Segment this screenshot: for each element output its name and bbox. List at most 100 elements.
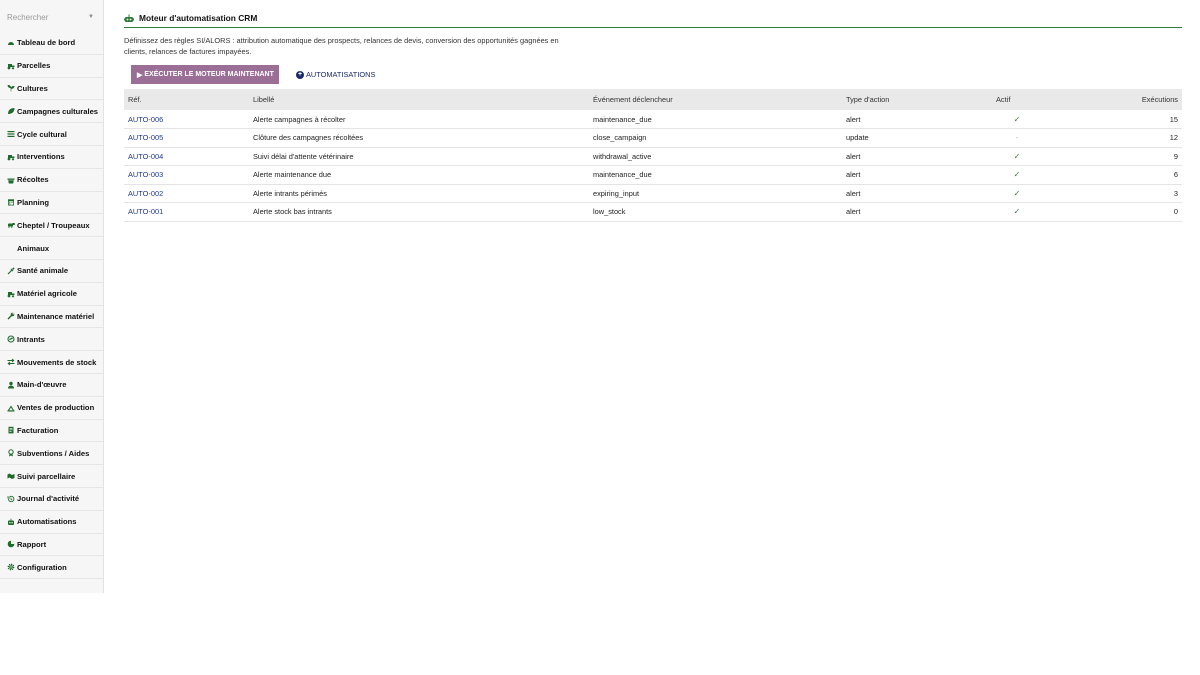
sidebar-item-mouvements-de-stock[interactable]: Mouvements de stock <box>0 351 103 374</box>
column-executions[interactable]: Exécutions <box>1042 89 1182 110</box>
column-active[interactable]: Actif <box>992 89 1042 110</box>
table-row[interactable]: AUTO-002 Alerte intrants périmés expiring_… <box>124 184 1182 203</box>
rule-ref-link[interactable]: AUTO-001 <box>124 202 249 222</box>
chart-icon <box>7 540 17 548</box>
sidebar-item-cheptel-troupeaux[interactable]: Cheptel / Troupeaux <box>0 214 103 238</box>
rule-active-status: ✓ <box>992 202 1042 222</box>
rule-event: maintenance_due <box>589 165 842 185</box>
sidebar-item-label: Cycle cultural <box>17 129 67 139</box>
rule-ref-link[interactable]: AUTO-003 <box>124 165 249 185</box>
rule-action-type: alert <box>842 202 992 222</box>
rule-ref-link[interactable]: AUTO-002 <box>124 184 249 203</box>
sidebar-item-label: Rapport <box>17 539 47 549</box>
rule-ref-link[interactable]: AUTO-006 <box>124 110 249 129</box>
rule-action-type: alert <box>842 184 992 203</box>
syringe-icon <box>7 267 17 275</box>
sidebar-item-rapport[interactable]: Rapport <box>0 534 103 557</box>
sidebar-item-facturation[interactable]: Facturation <box>0 420 103 443</box>
rule-executions: 0 <box>1042 202 1182 222</box>
calendar-icon <box>7 198 17 206</box>
sidebar-item-subventions-aides[interactable]: Subventions / Aides <box>0 442 103 466</box>
sidebar-item-main-d-uvre[interactable]: Main-d'œuvre <box>0 374 103 397</box>
leaf-icon <box>7 107 17 115</box>
sidebar-item-campagnes-culturales[interactable]: Campagnes culturales <box>0 100 103 124</box>
rule-executions: 3 <box>1042 184 1182 203</box>
sidebar-item-parcelles[interactable]: Parcelles <box>0 55 103 78</box>
sidebar-item-label: Interventions <box>17 152 65 162</box>
sidebar: ▼ Tableau de bord Parcelles Cultures Campag… <box>0 0 104 593</box>
run-engine-label: EXÉCUTER LE MOTEUR MAINTENANT <box>144 71 274 78</box>
rule-active-status: ✓ <box>992 165 1042 185</box>
tractor-icon <box>7 62 17 70</box>
rule-label: Alerte stock bas intrants <box>249 202 589 222</box>
table-row[interactable]: AUTO-001 Alerte stock bas intrants low_sto… <box>124 202 1182 222</box>
rule-active-status: - <box>992 128 1042 148</box>
sidebar-item-label: Journal d'activité <box>17 494 80 504</box>
seedling-icon <box>7 84 17 92</box>
column-event[interactable]: Événement déclencheur <box>589 89 842 110</box>
main-content: Moteur d'automatisation CRM Définissez d… <box>124 0 1182 222</box>
sidebar-item-label: Récoltes <box>17 175 49 185</box>
rule-ref-link[interactable]: AUTO-005 <box>124 128 249 148</box>
rule-action-type: alert <box>842 147 992 166</box>
sidebar-item-tableau-de-bord[interactable]: Tableau de bord <box>0 32 103 55</box>
automations-link[interactable]: + AUTOMATISATIONS <box>296 70 375 79</box>
tractor-icon <box>7 290 17 298</box>
sidebar-item-label: Main-d'œuvre <box>17 380 67 390</box>
check-icon: ✓ <box>1013 207 1021 217</box>
sidebar-item-planning[interactable]: Planning <box>0 192 103 215</box>
rule-ref-link[interactable]: AUTO-004 <box>124 147 249 166</box>
sidebar-item-label: Campagnes culturales <box>17 106 99 116</box>
table-row[interactable]: AUTO-005 Clôture des campagnes récoltées c… <box>124 128 1182 148</box>
sidebar-item-ventes-de-production[interactable]: Ventes de production <box>0 397 103 420</box>
table-row[interactable]: AUTO-003 Alerte maintenance due maintenanc… <box>124 165 1182 185</box>
user-icon <box>7 381 17 389</box>
sidebar-item-cultures[interactable]: Cultures <box>0 78 103 101</box>
rule-label: Alerte intrants périmés <box>249 184 589 203</box>
sidebar-item-suivi-parcellaire[interactable]: Suivi parcellaire <box>0 465 103 488</box>
column-action-type[interactable]: Type d'action <box>842 89 992 110</box>
sidebar-item-maintenance-materiel[interactable]: Maintenance matériel <box>0 306 103 329</box>
run-engine-button[interactable]: ▶ EXÉCUTER LE MOTEUR MAINTENANT <box>131 65 279 84</box>
chevron-down-icon[interactable]: ▼ <box>88 14 94 20</box>
search-box: ▼ <box>0 0 103 32</box>
sidebar-item-materiel-agricole[interactable]: Matériel agricole <box>0 283 103 306</box>
sidebar-item-recoltes[interactable]: Récoltes <box>0 169 103 192</box>
sidebar-item-configuration[interactable]: Configuration <box>0 556 103 580</box>
table-row[interactable]: AUTO-006 Alerte campagnes à récolter maint… <box>124 110 1182 129</box>
sidebar-item-interventions[interactable]: Interventions <box>0 146 103 169</box>
list-icon <box>7 130 17 138</box>
sidebar-menu: Tableau de bord Parcelles Cultures Campagne… <box>0 32 103 580</box>
history-icon <box>7 495 17 503</box>
sidebar-item-label: Mouvements de stock <box>17 357 97 367</box>
basket-icon <box>7 176 17 184</box>
robot-icon <box>7 518 17 526</box>
column-label[interactable]: Libellé <box>249 89 589 110</box>
rule-executions: 9 <box>1042 147 1182 166</box>
sidebar-item-intrants[interactable]: Intrants <box>0 328 103 352</box>
sidebar-item-cycle-cultural[interactable]: Cycle cultural <box>0 123 103 146</box>
table-header-row: Réf. Libellé Événement déclencheur Type … <box>124 89 1182 110</box>
rule-active-status: ✓ <box>992 147 1042 166</box>
sidebar-item-journal-d-activite[interactable]: Journal d'activité <box>0 488 103 511</box>
sidebar-item-automatisations[interactable]: Automatisations <box>0 511 103 534</box>
table-row[interactable]: AUTO-004 Suivi délai d'attente vétérinair… <box>124 147 1182 166</box>
sidebar-item-label: Planning <box>17 197 50 207</box>
plus-circle-icon: + <box>296 70 304 79</box>
column-ref[interactable]: Réf. <box>124 89 249 110</box>
gear-icon <box>7 563 17 571</box>
rule-label: Alerte campagnes à récolter <box>249 110 589 129</box>
flask-icon <box>7 335 17 343</box>
sidebar-item-label: Automatisations <box>17 517 77 527</box>
sidebar-item-label: Intrants <box>17 334 45 344</box>
rule-action-type: alert <box>842 110 992 129</box>
rule-label: Alerte maintenance due <box>249 165 589 185</box>
sidebar-item-animaux[interactable]: Animaux <box>0 237 103 260</box>
rule-active-status: ✓ <box>992 110 1042 129</box>
sidebar-item-sante-animale[interactable]: Santé animale <box>0 260 103 283</box>
rule-event: close_campaign <box>589 128 842 148</box>
exchange-icon <box>7 358 17 366</box>
search-input[interactable] <box>7 13 97 22</box>
sidebar-item-label: Subventions / Aides <box>17 448 90 458</box>
rule-label: Suivi délai d'attente vétérinaire <box>249 147 589 166</box>
